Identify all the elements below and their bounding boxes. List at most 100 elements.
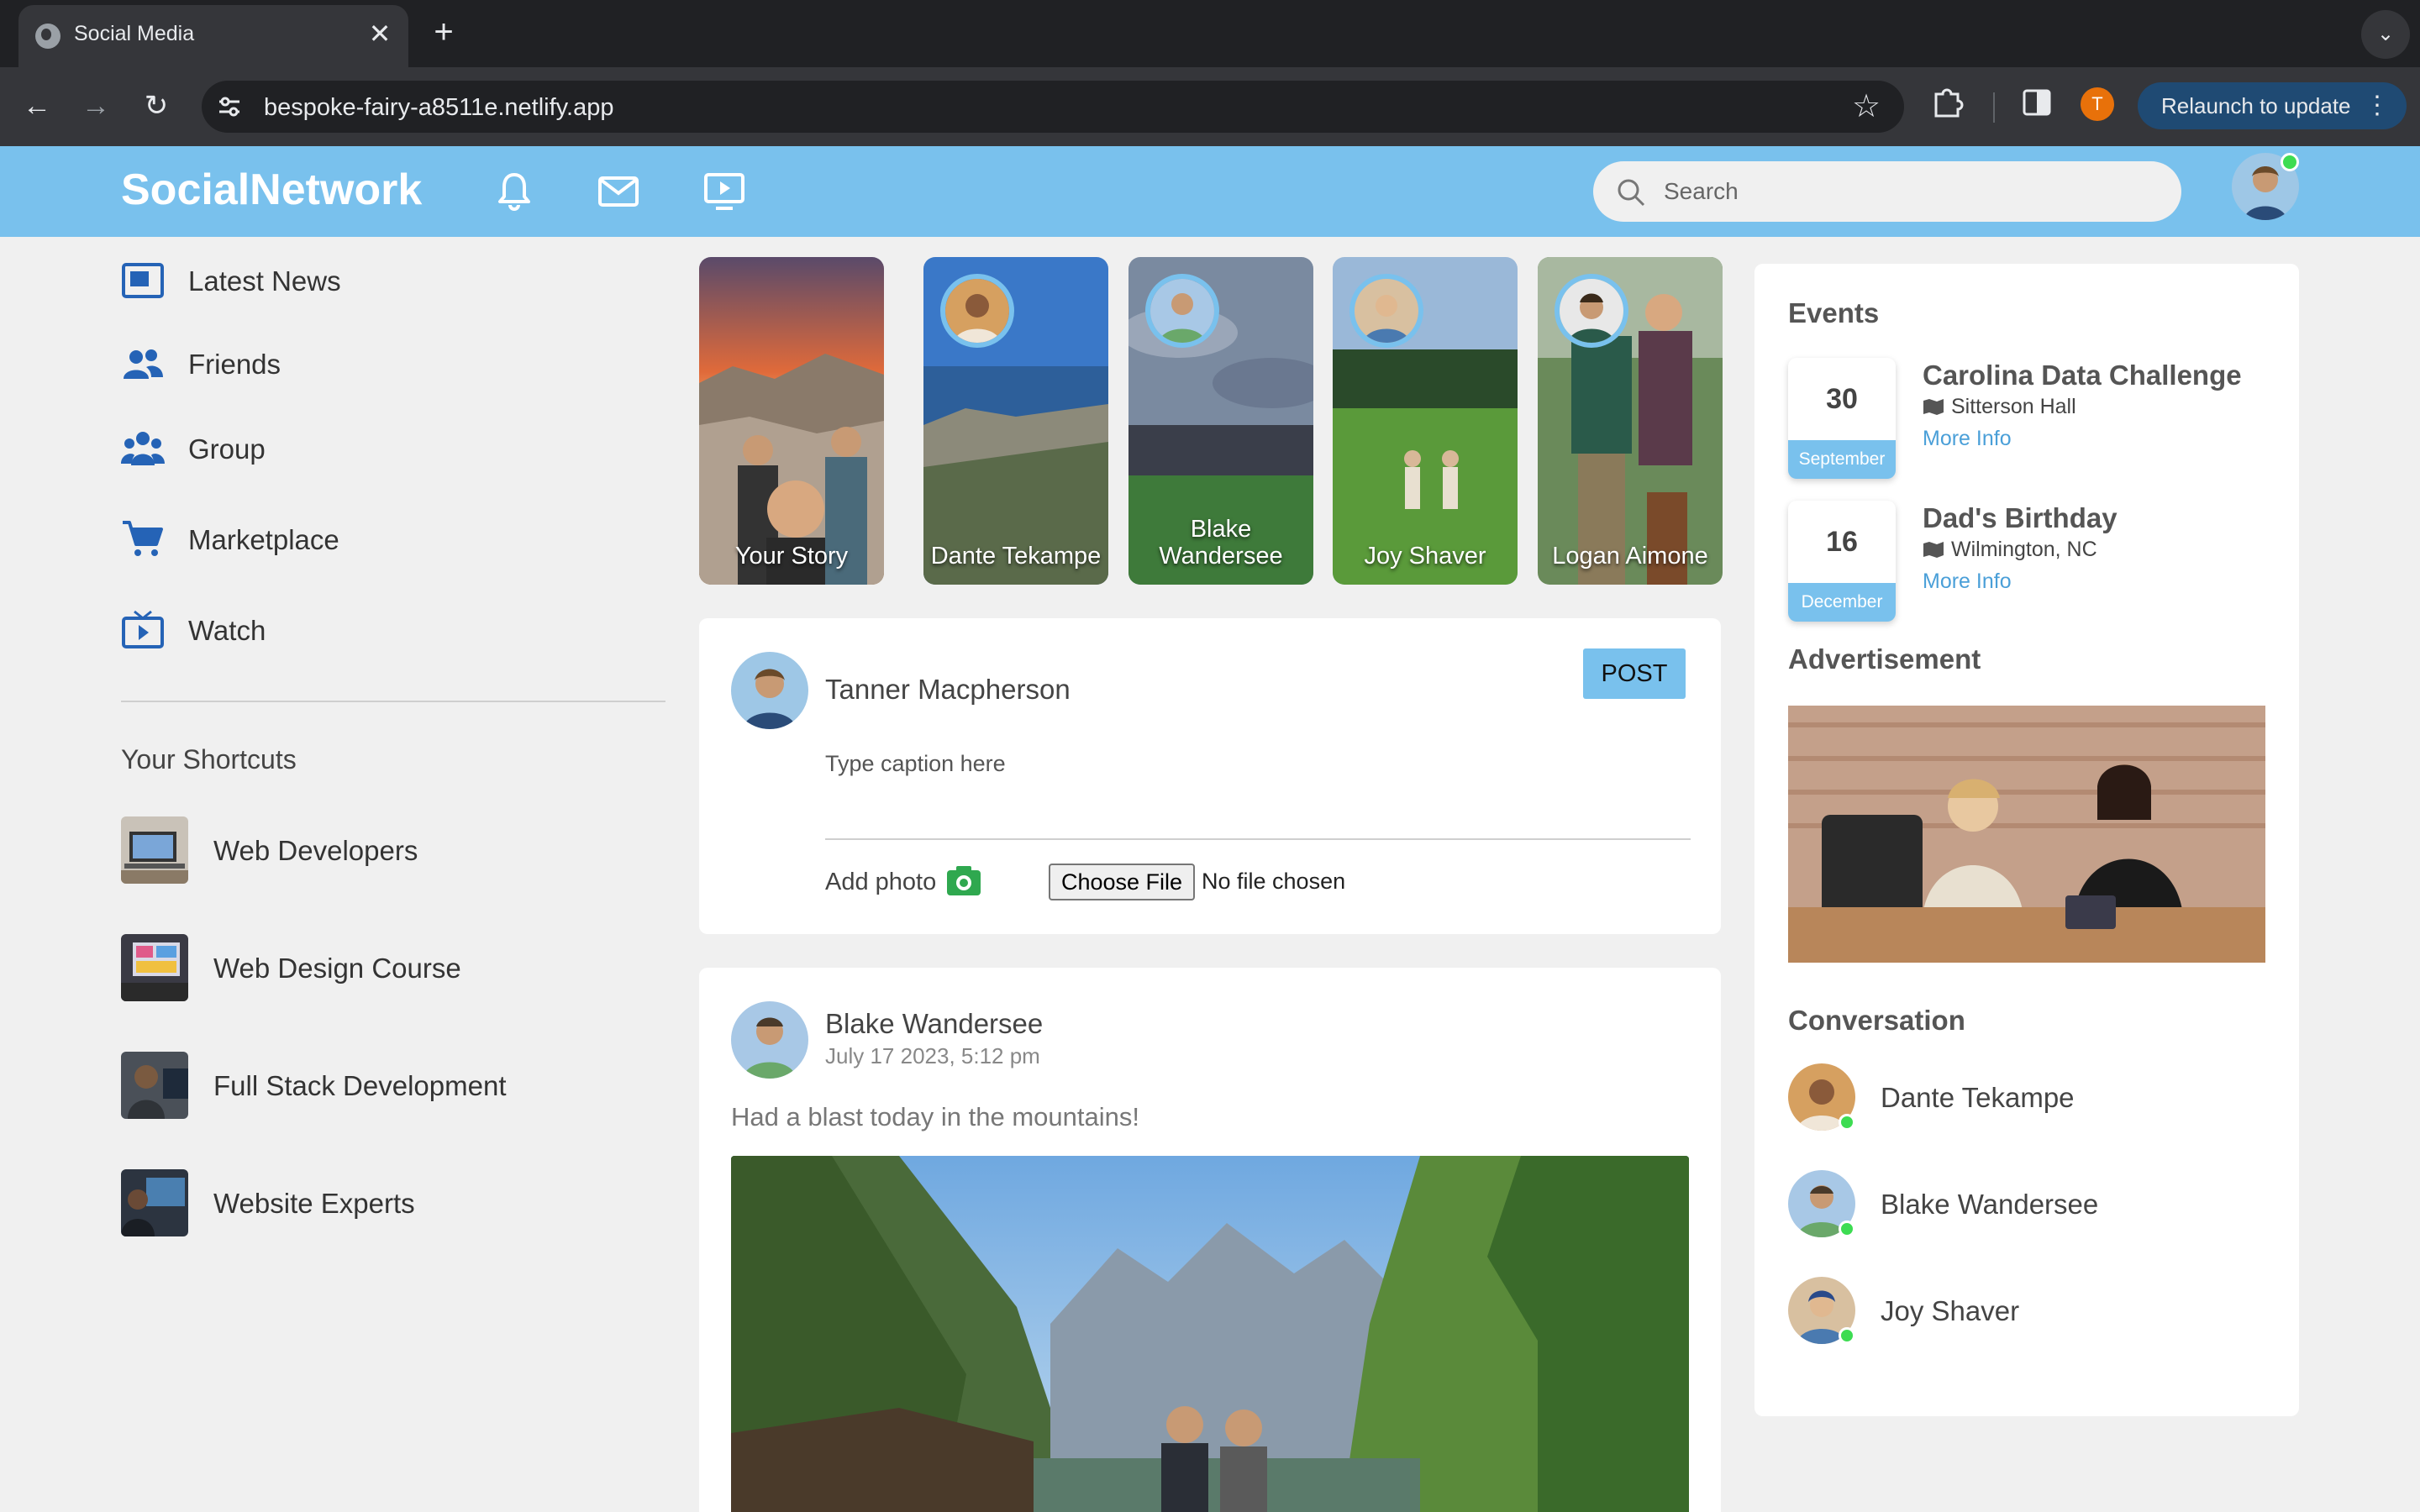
conversation-name: Joy Shaver [1881, 1295, 2020, 1326]
tab-title: Social Media [74, 22, 195, 45]
post-text: Had a blast today in the mountains! [731, 1102, 1139, 1131]
online-status-dot [2281, 153, 2299, 171]
camera-icon[interactable] [946, 864, 981, 897]
more-menu-icon[interactable]: ⋮ [2365, 82, 2390, 129]
story-card[interactable]: Joy Shaver [1333, 257, 1518, 585]
shortcut-website-experts[interactable]: Website Experts [121, 1169, 659, 1240]
story-card[interactable]: Blake Wandersee [1128, 257, 1313, 585]
choose-file-button[interactable]: Choose File [1049, 864, 1195, 900]
site-info-icon[interactable] [217, 94, 242, 119]
bell-icon[interactable] [489, 168, 539, 215]
globe-icon [35, 24, 60, 49]
post-composer: Tanner Macpherson POST Add photo Choose … [699, 618, 1721, 934]
sidebar-item-label: Watch [188, 615, 266, 646]
conversation-item[interactable]: Blake Wandersee [1788, 1170, 2259, 1242]
right-panel: Events 30 September Carolina Data Challe… [1754, 264, 2299, 1416]
reload-button[interactable]: ↻ [134, 84, 178, 128]
post-image[interactable] [731, 1156, 1689, 1512]
conversation-name: Blake Wandersee [1881, 1189, 2099, 1220]
toolbar-divider [1993, 92, 1995, 123]
new-tab-button[interactable]: + [427, 15, 460, 49]
search-bar[interactable] [1593, 161, 2181, 222]
event-more-info-link[interactable]: More Info [1923, 427, 2012, 451]
url-text[interactable]: bespoke-fairy-a8511e.netlify.app [264, 94, 613, 122]
sidebar-item-label: Latest News [188, 265, 341, 297]
composer-user-name: Tanner Macpherson [825, 674, 1071, 705]
sidebar-item-marketplace[interactable]: Marketplace [118, 506, 689, 573]
mail-icon[interactable] [593, 168, 644, 215]
relaunch-button[interactable]: Relaunch to update ⋮ [2138, 82, 2407, 129]
shortcut-web-design-course[interactable]: Web Design Course [121, 934, 659, 1005]
shortcut-thumbnail [121, 1052, 188, 1119]
story-card[interactable]: Your Story [699, 257, 884, 585]
story-card[interactable]: Dante Tekampe [923, 257, 1108, 585]
composer-avatar [731, 652, 808, 729]
forward-button[interactable]: → [74, 84, 118, 128]
event-location: Sitterson Hall [1923, 395, 2076, 419]
post-button[interactable]: POST [1583, 648, 1686, 699]
conversation-item[interactable]: Joy Shaver [1788, 1277, 2259, 1349]
file-status-text: No file chosen [1202, 869, 1346, 894]
story-avatar [940, 274, 1014, 348]
search-input[interactable] [1664, 173, 2151, 210]
story-name: Dante Tekampe [930, 543, 1102, 570]
browser-toolbar: ← → ↻ bespoke-fairy-a8511e.netlify.app ☆ [0, 67, 2420, 146]
bookmark-star-icon[interactable]: ☆ [1847, 87, 1886, 126]
conversation-name: Dante Tekampe [1881, 1082, 2075, 1113]
event-day: 30 [1826, 383, 1858, 415]
events-heading: Events [1788, 297, 1880, 328]
browser-profile-avatar[interactable]: T [2081, 87, 2114, 121]
browser-tab-strip: Social Media ✕ + ⌄ [0, 0, 2420, 67]
sidebar-item-latest-news[interactable]: Latest News [118, 247, 689, 314]
online-status-dot [1839, 1327, 1855, 1344]
advertisement-heading: Advertisement [1788, 643, 1981, 675]
extensions-icon[interactable] [1929, 82, 1966, 119]
group-icon [121, 432, 165, 465]
post-author-name[interactable]: Blake Wandersee [825, 1008, 1043, 1040]
story-card[interactable]: Logan Aimone [1538, 257, 1723, 585]
advertisement-image[interactable] [1788, 706, 2265, 963]
shortcut-thumbnail [121, 934, 188, 1001]
add-photo-label: Add photo [825, 869, 937, 895]
browser-tab[interactable]: Social Media ✕ [18, 5, 408, 67]
map-icon [1923, 399, 1944, 415]
shortcut-label: Web Developers [213, 835, 418, 866]
story-name: Logan Aimone [1552, 543, 1708, 570]
event-title: Dad's Birthday [1923, 502, 2118, 533]
shortcut-label: Full Stack Development [213, 1070, 507, 1101]
relaunch-label: Relaunch to update [2161, 93, 2351, 118]
shortcut-label: Website Experts [213, 1188, 415, 1219]
side-panel-icon[interactable] [2020, 86, 2054, 119]
address-bar[interactable]: bespoke-fairy-a8511e.netlify.app ☆ [202, 81, 1904, 133]
sidebar-item-label: Group [188, 433, 266, 465]
app-logo[interactable]: SocialNetwork [121, 165, 422, 215]
shortcuts-heading: Your Shortcuts [121, 744, 297, 774]
map-icon [1923, 542, 1944, 558]
feed-post: Blake Wandersee July 17 2023, 5:12 pm Ha… [699, 968, 1721, 1512]
event-more-info-link[interactable]: More Info [1923, 570, 2012, 594]
sidebar-item-group[interactable]: Group [118, 415, 689, 482]
story-name: Blake Wandersee [1159, 516, 1283, 570]
post-author-avatar[interactable] [731, 1001, 808, 1079]
conversation-item[interactable]: Dante Tekampe [1788, 1063, 2259, 1136]
shortcut-web-developers[interactable]: Web Developers [121, 816, 659, 887]
shortcut-full-stack-development[interactable]: Full Stack Development [121, 1052, 659, 1122]
back-button[interactable]: ← [15, 84, 59, 128]
shortcut-label: Web Design Course [213, 953, 461, 984]
event-month: September [1788, 440, 1896, 479]
close-tab-icon[interactable]: ✕ [365, 18, 395, 49]
post-timestamp: July 17 2023, 5:12 pm [825, 1043, 1040, 1068]
sidebar-item-friends[interactable]: Friends [118, 330, 689, 397]
tv-icon [122, 610, 164, 648]
cart-icon [123, 521, 163, 556]
video-icon[interactable] [699, 168, 750, 215]
event-date-badge: 30 September [1788, 358, 1896, 479]
caption-underline [825, 838, 1691, 840]
story-name: Joy Shaver [1364, 543, 1486, 570]
sidebar-item-watch[interactable]: Watch [118, 596, 689, 664]
tab-search-button[interactable]: ⌄ [2361, 10, 2410, 59]
caption-input[interactable] [825, 743, 1686, 785]
event-title: Carolina Data Challenge [1923, 360, 2242, 391]
app-header: SocialNetwork [0, 146, 2420, 237]
story-name: Your Story [734, 543, 849, 570]
